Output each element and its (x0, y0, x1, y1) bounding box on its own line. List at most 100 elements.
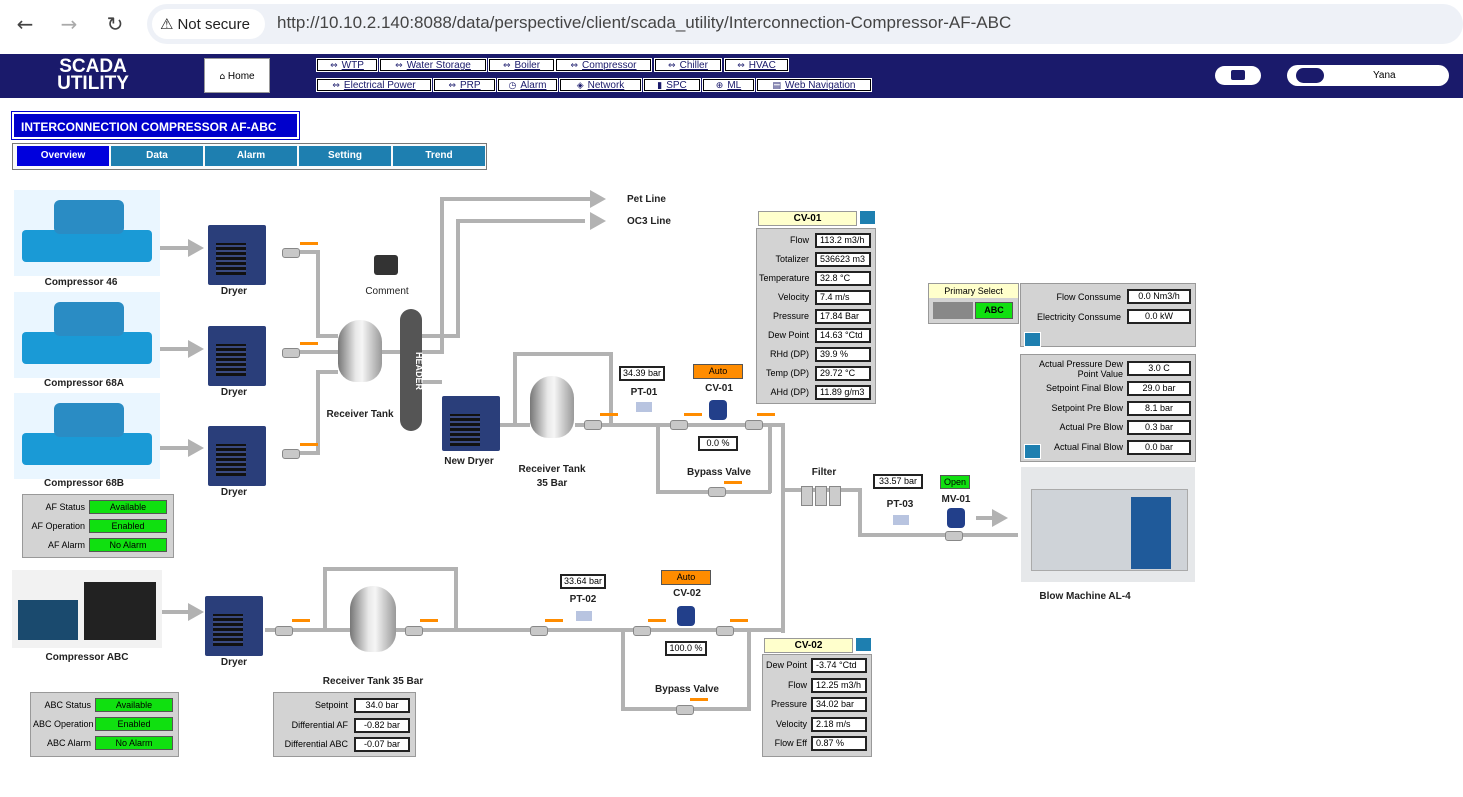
cv01-row-label: Temp (DP) (765, 368, 809, 378)
comment-icon[interactable] (374, 255, 398, 275)
menu-item-label: Network (587, 80, 625, 91)
menu-item-chiller[interactable]: ⇔ Chiller (655, 59, 721, 71)
manual-valve[interactable] (405, 626, 423, 636)
manual-valve[interactable] (584, 420, 602, 430)
manual-valve[interactable] (670, 420, 688, 430)
blow-trend-icon[interactable] (1024, 444, 1041, 459)
cv02-mode[interactable]: Auto (661, 570, 711, 585)
blow-row-label: Setpoint Final Blow (1045, 383, 1123, 393)
menu-item-compressor[interactable]: ⇔ Compressor (556, 59, 651, 71)
menu-item-prp[interactable]: ⇔ PRP (434, 79, 495, 91)
mv01-valve-body[interactable] (945, 531, 963, 541)
flow-arrow-head (188, 439, 204, 457)
cv02-trend-icon[interactable] (855, 637, 872, 652)
compressor-abc-image[interactable] (12, 570, 162, 648)
manual-valve[interactable] (275, 626, 293, 636)
cv01-valve-icon[interactable] (709, 400, 727, 420)
compressor-46-image[interactable] (14, 190, 160, 276)
cv02-row-label: Flow (787, 679, 807, 690)
menu-item-label: Water Storage (406, 60, 471, 71)
menu-item-hvac[interactable]: ⇔ HVAC (725, 59, 788, 71)
dryer-2-label: Dryer (220, 387, 248, 398)
manual-valve[interactable] (633, 626, 651, 636)
consume-panel: Flow Conssume 0.0 Nm3/h Electricity Conssu… (1020, 283, 1196, 347)
link-icon: ⇔ (737, 61, 745, 71)
abc-status-label: ABC Operation (33, 719, 94, 729)
logo-line-2: UTILITY (57, 73, 129, 94)
bypass-valve-1[interactable] (708, 487, 726, 497)
dryer-3[interactable] (208, 426, 266, 486)
tab-trend[interactable]: Trend (393, 146, 485, 166)
home-button[interactable]: ⌂ Home (204, 58, 270, 93)
compressor-68a-image[interactable] (14, 292, 160, 378)
menu-item-label: WTP (341, 60, 364, 71)
menu-item-electrical-power[interactable]: ⇔ Electrical Power (317, 79, 431, 91)
security-indicator[interactable]: ⚠ Not secure (152, 9, 265, 39)
menu-item-wtp[interactable]: ⇔ WTP (317, 59, 377, 71)
cv02-valve-icon[interactable] (677, 606, 695, 626)
receiver-tank[interactable] (338, 320, 382, 382)
blow-machine-image[interactable] (1021, 467, 1195, 582)
pt01-label: PT-01 (630, 387, 658, 398)
consume-row-label: Electricity Conssume (1036, 312, 1121, 322)
cv01-mode[interactable]: Auto (693, 364, 743, 379)
mv01-valve-icon[interactable] (947, 508, 965, 528)
manual-valve[interactable] (745, 420, 763, 430)
setpoint-panel: Setpoint 34.0 bar Differential AF -0.82 bar… (273, 692, 416, 757)
af-status-value: Enabled (89, 519, 167, 533)
menu-item-label: Compressor (582, 60, 637, 71)
link-icon: ⇔ (395, 61, 403, 71)
manual-valve[interactable] (282, 348, 300, 358)
dryer-4[interactable] (205, 596, 263, 656)
compressor-abc-label: Compressor ABC (45, 652, 129, 663)
cv01-row-value: 536623 m3 (815, 252, 871, 267)
new-dryer[interactable] (442, 396, 500, 451)
blow-row-label: Actual Pressure Dew Point Value (1038, 359, 1123, 379)
manual-valve[interactable] (530, 626, 548, 636)
menu-item-network[interactable]: ◈ Network (560, 79, 641, 91)
url-text[interactable]: http://10.10.2.140:8088/data/perspective… (277, 13, 1011, 33)
manual-valve[interactable] (282, 449, 300, 459)
back-arrow-icon[interactable]: ← (12, 11, 38, 37)
forward-arrow-icon[interactable]: → (56, 11, 82, 37)
menu-item-spc[interactable]: ▮ SPC (644, 79, 700, 91)
blow-row-value: 0.3 bar (1127, 420, 1191, 435)
security-label: Not secure (177, 16, 250, 33)
menu-item-web-navigation[interactable]: ▤ Web Navigation (757, 79, 871, 91)
bypass-valve-2[interactable] (676, 705, 694, 715)
receiver-tank-35[interactable] (530, 376, 574, 438)
cv01-row-value: 7.4 m/s (815, 290, 871, 305)
pt02-sensor-icon[interactable] (576, 611, 592, 621)
manual-valve[interactable] (716, 626, 734, 636)
pt03-sensor-icon[interactable] (893, 515, 909, 525)
receiver-tank-35b[interactable] (350, 586, 396, 652)
flow-arrow-head (188, 603, 204, 621)
primary-select-value[interactable]: ABC (975, 302, 1013, 319)
cv01-row-value: 17.84 Bar (815, 309, 871, 324)
user-menu[interactable]: Yana (1287, 65, 1449, 86)
tab-alarm[interactable]: Alarm (205, 146, 297, 166)
cv01-trend-icon[interactable] (859, 210, 876, 225)
menu-item-alarm[interactable]: ◷ Alarm (498, 79, 557, 91)
pt01-sensor-icon[interactable] (636, 402, 652, 412)
manual-valve[interactable] (282, 248, 300, 258)
tab-setting[interactable]: Setting (299, 146, 391, 166)
cv01-row-value: 32.8 °C (815, 271, 871, 286)
consume-trend-icon[interactable] (1024, 332, 1041, 347)
filter-icon[interactable] (799, 484, 843, 510)
chat-button[interactable] (1215, 66, 1261, 85)
reload-icon[interactable]: ↻ (102, 11, 128, 37)
user-icon (1296, 68, 1324, 83)
dryer-2[interactable] (208, 326, 266, 386)
dryer-1[interactable] (208, 225, 266, 285)
menu-item-label: Electrical Power (343, 80, 416, 91)
menu-item-ml[interactable]: ⊕ ML (703, 79, 754, 91)
consume-row-label: Flow Conssume (1056, 292, 1121, 302)
compressor-68b-image[interactable] (14, 393, 160, 479)
menu-item-water-storage[interactable]: ⇔ Water Storage (380, 59, 486, 71)
chat-icon (1231, 70, 1245, 80)
primary-select-left[interactable] (933, 302, 973, 319)
tab-overview[interactable]: Overview (17, 146, 109, 166)
menu-item-boiler[interactable]: ⇔ Boiler (489, 59, 554, 71)
tab-data[interactable]: Data (111, 146, 203, 166)
